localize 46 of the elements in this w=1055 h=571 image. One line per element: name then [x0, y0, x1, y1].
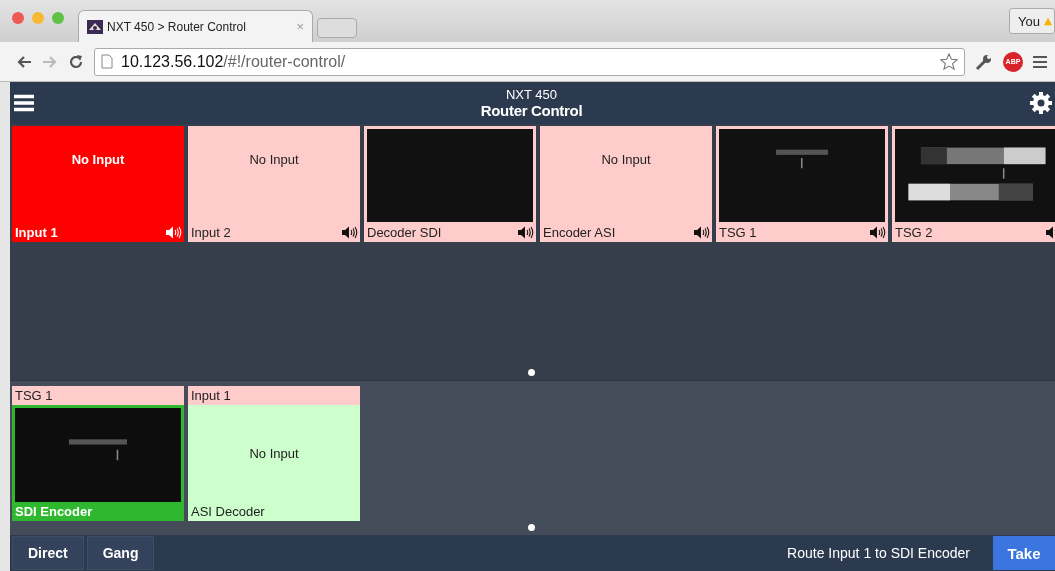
star-icon[interactable]: [940, 52, 958, 71]
page-indicator-dot: [528, 369, 535, 376]
browser-tab[interactable]: NXT 450 > Router Control ×: [78, 10, 313, 42]
source-label: TSG 2: [895, 224, 933, 240]
source-label: Input 1: [15, 224, 58, 240]
source-tile[interactable]: Decoder SDI: [364, 126, 536, 242]
page-indicator-dot: [528, 524, 535, 531]
routed-source-label: Input 1: [188, 386, 360, 405]
reload-icon[interactable]: [68, 53, 84, 70]
favicon-icon: [87, 19, 103, 34]
device-name: NXT 450: [505, 87, 558, 102]
no-input-text: No Input: [71, 151, 125, 167]
speaker-icon[interactable]: [694, 225, 710, 239]
speaker-icon[interactable]: [518, 225, 534, 239]
menu-icon[interactable]: [1033, 54, 1047, 69]
mode-button[interactable]: Gang: [86, 536, 155, 570]
source-tile[interactable]: TSG 2: [892, 126, 1055, 242]
page-icon: [101, 54, 113, 69]
page-title: Router Control: [480, 102, 583, 119]
profile-button[interactable]: You: [1009, 8, 1055, 34]
wrench-icon[interactable]: [975, 52, 993, 71]
no-input-text: No Input: [601, 151, 651, 167]
route-status-text: Route Input 1 to SDI Encoder: [787, 545, 970, 561]
no-input-text: No Input: [249, 446, 299, 461]
back-icon[interactable]: [16, 54, 32, 69]
speaker-icon[interactable]: [342, 225, 358, 239]
routed-source-label: TSG 1: [12, 386, 184, 405]
source-label: TSG 1: [719, 224, 757, 240]
source-label: Decoder SDI: [367, 224, 442, 240]
close-window-icon[interactable]: [12, 12, 24, 24]
source-tile[interactable]: No Input Input 1: [12, 126, 184, 242]
mode-button[interactable]: Direct: [12, 536, 84, 570]
take-button[interactable]: Take: [993, 536, 1055, 570]
destination-label: SDI Encoder: [14, 503, 94, 521]
warning-icon: [1043, 16, 1052, 26]
source-label: Input 2: [191, 224, 231, 240]
source-tile[interactable]: No Input Encoder ASI: [540, 126, 712, 242]
source-tile[interactable]: TSG 1: [716, 126, 888, 242]
destination-label: ASI Decoder: [190, 503, 266, 521]
source-label: Encoder ASI: [543, 224, 616, 240]
address-bar[interactable]: 10.123.56.102/#!/router-control/: [94, 47, 965, 76]
no-input-text: No Input: [249, 151, 299, 167]
destination-tile[interactable]: TSG 1 SDI Encoder: [12, 386, 184, 521]
destination-tile[interactable]: Input 1 No Input ASI Decoder: [188, 386, 360, 521]
source-tile[interactable]: No Input Input 2: [188, 126, 360, 242]
speaker-icon[interactable]: [870, 225, 886, 239]
